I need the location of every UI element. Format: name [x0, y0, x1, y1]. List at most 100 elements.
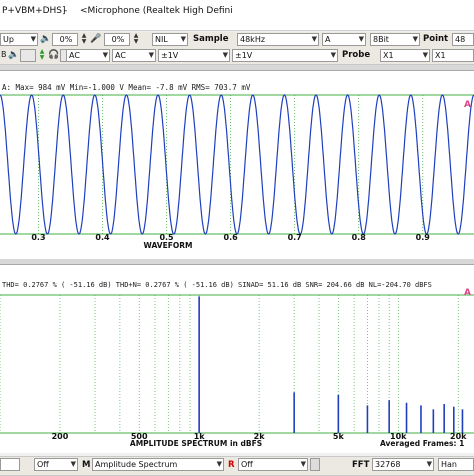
spectrum-tick-label: 2k: [254, 432, 266, 441]
window-title-left: P+VBM+DHS]: [2, 6, 66, 16]
channel-value: A: [325, 35, 331, 44]
percent-field-2[interactable]: 0%: [104, 33, 130, 46]
chevron-down-icon: ▼: [426, 460, 432, 468]
bit-depth-select[interactable]: 8Bit ▼: [370, 33, 420, 46]
range-select-1[interactable]: ±1V ▼: [158, 49, 230, 62]
point-value: 48: [455, 35, 466, 44]
chevron-down-icon: ▼: [70, 460, 76, 468]
sample-rate-value: 48kHz: [240, 35, 266, 44]
headphones-icon[interactable]: 🎧: [48, 50, 59, 60]
coupling-select-2[interactable]: AC ▼: [112, 49, 156, 62]
probe-select-2[interactable]: X1: [432, 49, 474, 62]
chevron-down-icon: ▼: [222, 51, 228, 59]
chevron-down-icon: ▼: [422, 51, 428, 59]
sample-rate-select[interactable]: 48kHz ▼: [237, 33, 319, 46]
spectrum-tick-label: 5k: [333, 432, 345, 441]
bottom-toolbar: Off ▼ M Amplitude Spectrum ▼ R Off ▼ FFT 32…: [0, 456, 474, 476]
range-select-2[interactable]: ±1V ▼: [232, 49, 338, 62]
spectrum-channel-marker: A: [464, 288, 471, 298]
trigger-mode-select[interactable]: Up ▼: [0, 33, 38, 46]
sample-label: Sample: [193, 34, 229, 44]
probe-label: Probe: [342, 50, 371, 60]
fft-label: FFT: [352, 460, 370, 470]
chevron-down-icon: ▼: [358, 35, 364, 43]
waveform-channel-marker: A: [464, 100, 471, 110]
mute-toggle[interactable]: [20, 49, 36, 62]
window-title-separator: -: [64, 6, 68, 16]
microphone-icon[interactable]: 🎤: [90, 34, 101, 44]
spectrum-tick-label: 1k: [194, 432, 206, 441]
waveform-tick-label: 0.3: [31, 233, 45, 242]
point-select[interactable]: 48: [452, 33, 474, 46]
window-function-select[interactable]: Han: [438, 458, 474, 471]
channel-select[interactable]: A ▼: [322, 33, 366, 46]
spectrum-panel: THD= 0.2767 % ( -51.16 dB) THD+N= 0.2767…: [0, 265, 474, 453]
spectrum-plot: THD= 0.2767 % ( -51.16 dB) THD+N= 0.2767…: [0, 281, 474, 448]
waveform-tick-label: 0.7: [288, 233, 302, 242]
spin-buttons-1[interactable]: ▲ ▼: [80, 33, 88, 46]
chevron-down-icon: ▼: [180, 35, 186, 43]
waveform-plot: A: Max= 984 mV Min=-1.000 V Mean= -7.8 m…: [0, 83, 474, 250]
percent-value-2: 0%: [111, 35, 125, 44]
percent-field-1[interactable]: 0%: [52, 33, 78, 46]
chevron-down-icon: ▼: [102, 51, 108, 59]
spectrum-tick-label: 500: [131, 432, 148, 441]
left-indicator[interactable]: [0, 458, 20, 471]
nil-value: NIL: [155, 35, 168, 44]
waveform-trace: [0, 94, 474, 235]
coupling-select-1[interactable]: AC ▼: [66, 49, 110, 62]
window-function-value: Han: [441, 460, 457, 469]
chevron-down-icon: ▼: [148, 51, 154, 59]
point-label: Point: [423, 34, 449, 44]
function-2-dropdown[interactable]: [310, 458, 320, 471]
view-select[interactable]: Amplitude Spectrum ▼: [92, 458, 224, 471]
waveform-panel: A: Max= 984 mV Min=-1.000 V Mean= -7.8 m…: [0, 71, 474, 259]
speaker-icon[interactable]: 🔈: [8, 50, 19, 60]
view-value: Amplitude Spectrum: [95, 460, 178, 469]
waveform-x-label: WAVEFORM: [144, 241, 193, 250]
function-select-1[interactable]: Off ▼: [34, 458, 78, 471]
chevron-down-icon: ▼: [216, 460, 222, 468]
waveform-stats-text: A: Max= 984 mV Min=-1.000 V Mean= -7.8 m…: [2, 83, 251, 92]
toolbar-row-2: B 🔈 ▲▼ 🎧 ▲▼ AC▼ AC▼ ±1V▼ ±1V▼ Probe X1▼ …: [0, 48, 474, 65]
chevron-down-icon: ▼: [412, 35, 418, 43]
chevron-down-icon: ▼: [311, 35, 317, 43]
toolbar-row-1: Up ▼ 🔈 0% ▲ ▼ 🎤 0% ▲ ▼ NIL ▼ Sample 48kHz ▼ A…: [0, 32, 474, 49]
chevron-down-icon: ▼: [300, 460, 306, 468]
spectrum-tick-label: 20k: [450, 432, 467, 441]
coupling-value-1: AC: [69, 51, 80, 60]
waveform-tick-label: 0.5: [159, 233, 174, 242]
window-title-device: <Microphone (Realtek High Defini: [80, 6, 233, 16]
function-value-2: Off: [241, 460, 253, 469]
spectrum-tick-label: 10k: [390, 432, 407, 441]
waveform-tick-label: 0.4: [95, 233, 110, 242]
chevron-down-icon: ▼: [30, 35, 36, 43]
chevron-down-icon: ▼: [330, 51, 336, 59]
probe-value-1: X1: [383, 51, 394, 60]
range-value-1: ±1V: [161, 51, 179, 60]
fft-size-value: 32768: [375, 460, 401, 469]
trigger-mode-value: Up: [3, 35, 14, 44]
nil-select[interactable]: NIL ▼: [152, 33, 188, 46]
probe-select-1[interactable]: X1 ▼: [380, 49, 430, 62]
channel-b-icon[interactable]: B: [1, 50, 7, 59]
waveform-tick-label: 0.9: [416, 233, 431, 242]
function-value-1: Off: [37, 460, 49, 469]
spin-buttons-2[interactable]: ▲ ▼: [132, 33, 140, 46]
m-label: M: [82, 460, 91, 470]
probe-value-2: X1: [435, 51, 446, 60]
spectrum-tick-label: 200: [52, 432, 69, 441]
fft-size-select[interactable]: 32768 ▼: [372, 458, 434, 471]
spectrum-stats-text: THD= 0.2767 % ( -51.16 dB) THD+N= 0.2767…: [2, 281, 432, 289]
title-bar: P+VBM+DHS] - <Microphone (Realtek High D…: [0, 0, 474, 31]
bit-depth-value: 8Bit: [373, 35, 389, 44]
coupling-value-2: AC: [115, 51, 126, 60]
waveform-tick-label: 0.8: [352, 233, 367, 242]
r-label: R: [228, 460, 235, 470]
percent-value-1: 0%: [59, 35, 73, 44]
waveform-tick-label: 0.6: [224, 233, 239, 242]
range-value-2: ±1V: [235, 51, 253, 60]
speaker-icon[interactable]: 🔈: [40, 34, 51, 44]
function-select-2[interactable]: Off ▼: [238, 458, 308, 471]
spin-buttons-3[interactable]: ▲ ▼: [38, 49, 46, 62]
